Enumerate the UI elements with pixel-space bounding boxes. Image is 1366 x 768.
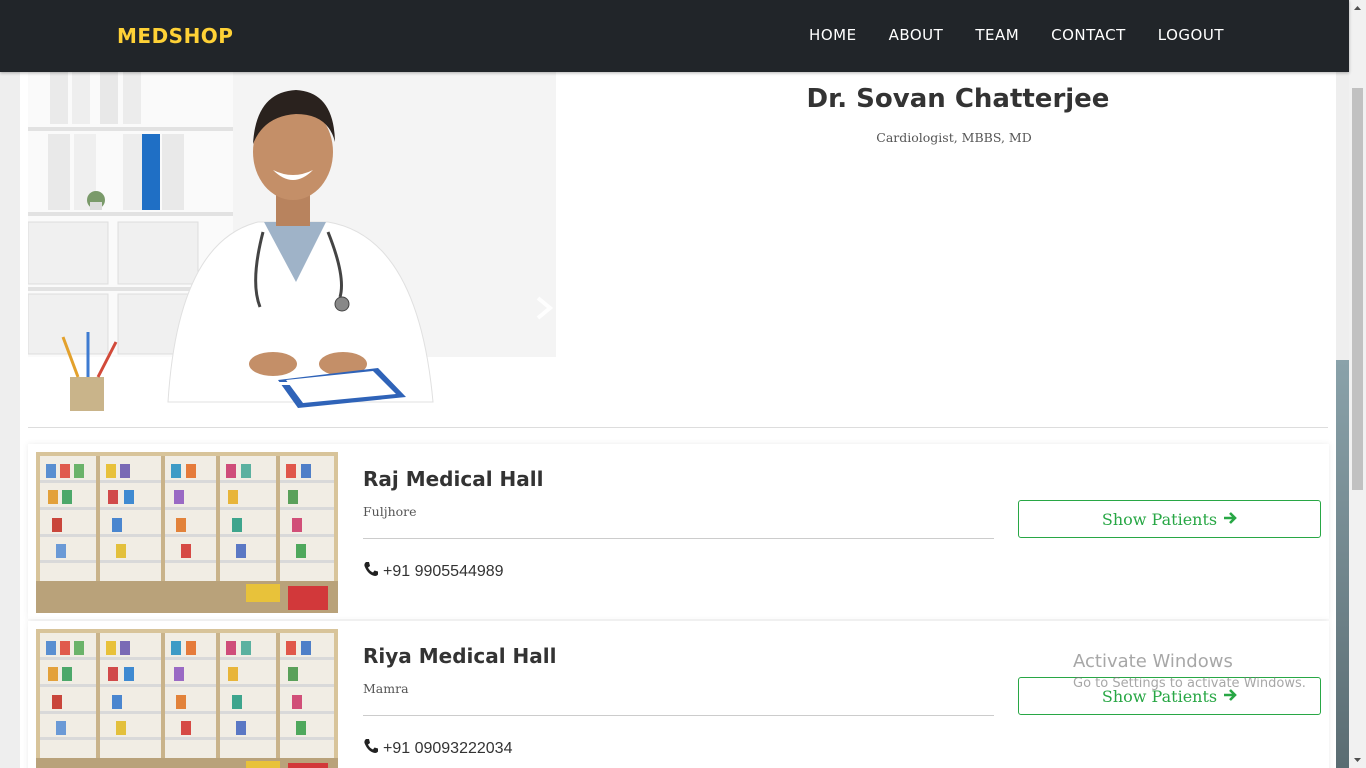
show-patients-label: Show Patients <box>1101 509 1218 529</box>
shop-phone-number: +91 9905544989 <box>383 562 504 580</box>
doctor-name: Dr. Sovan Chatterjee <box>806 84 1110 114</box>
phone-icon <box>363 738 379 759</box>
shop-divider <box>363 715 994 716</box>
phone-icon <box>363 561 379 582</box>
page-gutter-left <box>0 0 20 768</box>
shop-phone-number: +91 09093222034 <box>383 739 513 757</box>
shop-image <box>36 452 338 613</box>
shop-card: Riya Medical Hall Mamra +91 09093222034 … <box>28 621 1329 768</box>
shop-card: Raj Medical Hall Fuljhore +91 9905544989… <box>28 444 1329 619</box>
shop-location: Mamra <box>363 681 409 696</box>
section-divider <box>28 427 1328 428</box>
doctor-qualification: Cardiologist, MBBS, MD <box>876 130 1032 145</box>
arrow-right-icon <box>1223 510 1237 529</box>
shop-name: Riya Medical Hall <box>363 644 557 668</box>
watermark-title: Activate Windows <box>1073 651 1233 672</box>
scroll-down-arrow-icon[interactable] <box>1349 751 1366 768</box>
windows-activation-watermark: Activate Windows Go to Settings to activ… <box>1073 651 1306 691</box>
shop-location: Fuljhore <box>363 504 417 519</box>
page: MEDSHOP HOME ABOUT TEAM CONTACT LOGOUT D… <box>0 0 1349 768</box>
brand-logo[interactable]: MEDSHOP <box>117 24 233 48</box>
doctor-photo <box>28 72 556 411</box>
carousel-indicators <box>240 382 338 385</box>
nav-link-team[interactable]: TEAM <box>975 26 1019 44</box>
nav-link-logout[interactable]: LOGOUT <box>1158 26 1224 44</box>
shop-name: Raj Medical Hall <box>363 467 544 491</box>
navbar: MEDSHOP HOME ABOUT TEAM CONTACT LOGOUT <box>0 0 1349 72</box>
carousel-indicator-2[interactable] <box>274 382 304 385</box>
doctor-carousel <box>28 72 556 411</box>
background-strip <box>1336 360 1349 768</box>
nav-link-home[interactable]: HOME <box>809 26 857 44</box>
nav-link-about[interactable]: ABOUT <box>889 26 944 44</box>
carousel-indicator-3[interactable] <box>308 382 338 385</box>
nav-menu: HOME ABOUT TEAM CONTACT LOGOUT <box>809 26 1224 44</box>
shop-image <box>36 629 338 768</box>
nav-link-contact[interactable]: CONTACT <box>1051 26 1126 44</box>
shop-phone: +91 9905544989 <box>363 561 504 582</box>
watermark-subtitle: Go to Settings to activate Windows. <box>1073 676 1306 691</box>
shop-phone: +91 09093222034 <box>363 738 512 759</box>
scrollbar-thumb[interactable] <box>1352 88 1363 490</box>
carousel-next-arrow-icon[interactable] <box>534 296 554 320</box>
shop-divider <box>363 538 994 539</box>
vertical-scrollbar[interactable] <box>1349 0 1366 768</box>
show-patients-button[interactable]: Show Patients <box>1018 500 1321 538</box>
carousel-indicator-1[interactable] <box>240 382 270 385</box>
scroll-up-arrow-icon[interactable] <box>1349 0 1366 17</box>
